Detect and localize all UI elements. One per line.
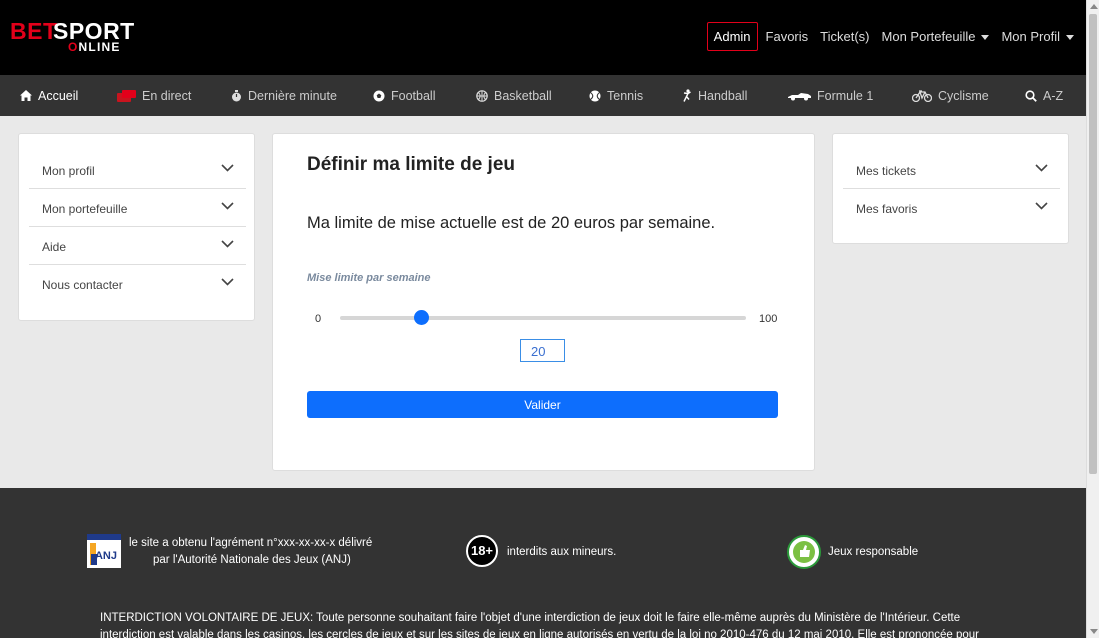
valider-button[interactable]: Valider	[307, 391, 778, 418]
footer: ANJ le site a obtenu l'agrément n°xxx-xx…	[0, 488, 1086, 638]
nav-accueil[interactable]: Accueil	[20, 75, 78, 116]
menu-label: Mes tickets	[856, 164, 917, 178]
logo-online: ONLINE	[68, 40, 121, 54]
menu-nous-contacter[interactable]: Nous contacter	[29, 265, 246, 302]
handball-icon	[683, 89, 691, 102]
scroll-up-icon[interactable]	[1090, 4, 1098, 9]
menu-mes-tickets[interactable]: Mes tickets	[843, 151, 1060, 189]
minors-text: interdits aux mineurs.	[507, 546, 617, 558]
menu-aide[interactable]: Aide	[29, 227, 246, 265]
sports-nav: Accueil En direct Dernière minute Footba…	[0, 75, 1086, 116]
nav-tennis[interactable]: Tennis	[589, 75, 643, 116]
chevron-down-icon	[221, 240, 234, 248]
portefeuille-dropdown[interactable]: Mon Portefeuille	[876, 29, 996, 44]
profil-dropdown[interactable]: Mon Profil	[995, 29, 1080, 44]
nav-formule-1[interactable]: Formule 1	[788, 75, 873, 116]
chevron-down-icon	[1035, 164, 1048, 172]
svg-text:ANJ: ANJ	[95, 550, 117, 562]
anj-line-1: le site a obtenu l'agrément n°xxx-xx-xx-…	[129, 537, 373, 549]
menu-label: Mon portefeuille	[42, 202, 128, 216]
left-menu-card: Mon profil Mon portefeuille Aide Nous co…	[18, 133, 255, 321]
menu-mes-favoris[interactable]: Mes favoris	[843, 189, 1060, 226]
search-icon	[1025, 89, 1037, 102]
slider-thumb[interactable]	[414, 310, 430, 325]
responsible-text: Jeux responsable	[828, 546, 919, 558]
nav-derniere-minute[interactable]: Dernière minute	[231, 75, 337, 116]
top-nav: Admin Favoris Ticket(s) Mon Portefeuille…	[706, 21, 1080, 51]
menu-label: Nous contacter	[42, 278, 123, 292]
disclaimer-text: INTERDICTION VOLONTAIRE DE JEUX: Toute p…	[100, 612, 979, 638]
responsible-gaming-icon	[787, 535, 821, 569]
scroll-thumb[interactable]	[1089, 14, 1097, 474]
caret-down-icon	[981, 34, 990, 40]
menu-mon-profil[interactable]: Mon profil	[29, 151, 246, 189]
stopwatch-icon	[232, 89, 241, 101]
football-icon	[373, 90, 385, 101]
range-max: 100	[759, 313, 778, 325]
menu-mon-portefeuille[interactable]: Mon portefeuille	[29, 189, 246, 227]
nav-label: Tennis	[607, 88, 644, 103]
logo-bet: BET	[10, 18, 58, 44]
nav-handball[interactable]: Handball	[681, 75, 747, 116]
nav-label: Basketball	[494, 88, 552, 103]
nav-label: A-Z	[1043, 88, 1064, 103]
nav-cyclisme[interactable]: Cyclisme	[912, 75, 989, 116]
brand-logo[interactable]: BET SPORT ONLINE	[10, 18, 134, 58]
nav-label: En direct	[142, 88, 192, 103]
formula1-icon	[788, 92, 811, 100]
favoris-link[interactable]: Favoris	[760, 29, 815, 44]
chevron-down-icon	[221, 202, 234, 210]
menu-label: Mes favoris	[856, 202, 918, 216]
nav-football[interactable]: Football	[373, 75, 435, 116]
age-18-badge: 18+	[466, 535, 498, 567]
tennis-icon	[589, 90, 601, 101]
nav-label: Football	[391, 88, 436, 103]
nav-en-direct[interactable]: En direct	[117, 75, 191, 116]
menu-label: Aide	[42, 240, 67, 254]
limit-slider[interactable]	[340, 310, 746, 325]
admin-button[interactable]: Admin	[706, 21, 758, 51]
limit-value-input[interactable]: 20	[520, 339, 565, 362]
chevron-down-icon	[221, 278, 234, 286]
tickets-link[interactable]: Ticket(s)	[814, 29, 875, 44]
right-menu-card: Mes tickets Mes favoris	[832, 133, 1069, 244]
chevron-down-icon	[1035, 202, 1048, 210]
nav-basketball[interactable]: Basketball	[476, 75, 552, 116]
range-label: Mise limite par semaine	[307, 272, 431, 284]
basketball-icon	[476, 89, 488, 102]
home-icon	[20, 90, 32, 101]
nav-a-z[interactable]: A-Z	[1025, 75, 1063, 116]
anj-line-2: par l'Autorité Nationale des Jeux (ANJ)	[153, 554, 351, 566]
range-min: 0	[315, 313, 322, 325]
scroll-down-icon[interactable]	[1090, 629, 1098, 634]
menu-label: Mon profil	[42, 164, 95, 178]
current-limit-text: Ma limite de mise actuelle est de 20 eur…	[307, 214, 716, 232]
nav-label: Accueil	[38, 88, 79, 103]
live-icon	[117, 89, 136, 102]
page-title: Définir ma limite de jeu	[307, 154, 515, 175]
caret-down-icon	[1066, 34, 1074, 40]
nav-label: Handball	[698, 88, 748, 103]
top-header: BET SPORT ONLINE Admin Favoris Ticket(s)…	[0, 0, 1086, 75]
vertical-scrollbar[interactable]	[1086, 0, 1099, 638]
limit-card: Définir ma limite de jeu Ma limite de mi…	[272, 133, 815, 471]
nav-label: Dernière minute	[248, 88, 337, 103]
page: BET SPORT ONLINE Admin Favoris Ticket(s)…	[0, 0, 1086, 638]
bicycle-icon	[912, 89, 932, 102]
nav-label: Cyclisme	[938, 88, 989, 103]
anj-logo: ANJ	[87, 534, 121, 568]
nav-label: Formule 1	[817, 88, 874, 103]
chevron-down-icon	[221, 164, 234, 172]
